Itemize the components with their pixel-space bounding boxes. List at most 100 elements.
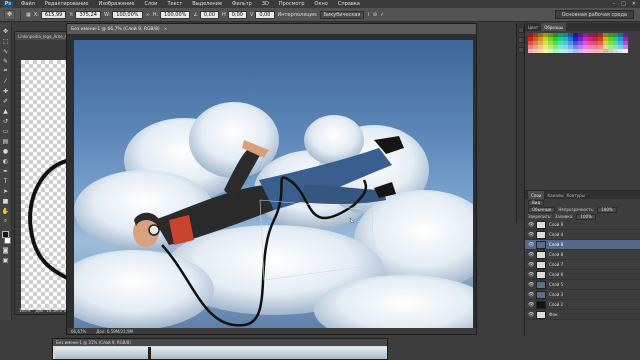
w-label: W: [103, 11, 111, 18]
visibility-eye-icon[interactable]: 👁 [528, 312, 534, 318]
menu-filter[interactable]: Фильтр [227, 1, 257, 7]
visibility-eye-icon[interactable]: 👁 [528, 292, 534, 298]
tab-layers[interactable]: Слои [528, 191, 545, 199]
tab-color[interactable]: Цвет [528, 25, 538, 30]
layer-kind-select[interactable]: Вид [528, 199, 545, 206]
canvas-photo[interactable] [74, 40, 473, 329]
commit-transform-icon[interactable]: ✓ [380, 12, 384, 18]
close-document-icon[interactable]: × [164, 27, 168, 32]
visibility-eye-icon[interactable]: 👁 [528, 222, 534, 228]
close-icon[interactable]: ✕ [632, 1, 636, 7]
visibility-eye-icon[interactable]: 👁 [528, 272, 534, 278]
skew-h-input[interactable]: 0,00 [227, 10, 247, 19]
layer-row[interactable]: 👁 Слой 9 [525, 220, 640, 230]
background-document-canvas[interactable] [21, 60, 72, 310]
path-select-tool-icon[interactable]: ➤ [1, 187, 10, 195]
menu-window[interactable]: Окно [310, 1, 333, 7]
layer-row[interactable]: 👁 Слой 4 [525, 230, 640, 240]
zoom-tool-icon[interactable]: ⌕ [1, 217, 10, 225]
swatch-cell[interactable] [623, 49, 628, 53]
warp-icon[interactable]: ⌇ [367, 12, 369, 18]
visibility-eye-icon[interactable]: 👁 [528, 252, 534, 258]
stamp-tool-icon[interactable]: ▲ [1, 107, 10, 115]
brush-tool-icon[interactable]: ✐ [1, 97, 10, 105]
eyedropper-tool-icon[interactable]: ⁄ [1, 77, 10, 85]
skew-v-field: V 0,00 [250, 10, 275, 19]
blur-tool-icon[interactable]: ● [1, 147, 10, 155]
tab-channels[interactable]: Каналы [547, 193, 563, 198]
color-panel-tabs: Цвет Образцы [525, 23, 640, 31]
menu-help[interactable]: Справка [333, 1, 365, 7]
opacity-input[interactable]: 100% [597, 206, 617, 213]
visibility-eye-icon[interactable]: 👁 [528, 232, 534, 238]
cancel-transform-icon[interactable]: ⊘ [373, 12, 377, 18]
main-document-zoom[interactable]: 66,67% [71, 329, 86, 334]
reference-point-icon[interactable]: ▦ [26, 12, 31, 18]
layer-name: Слой 9 [549, 222, 564, 227]
shape-tool-icon[interactable]: ■ [1, 197, 10, 205]
menu-layers[interactable]: Слои [139, 1, 162, 7]
hand-tool-icon[interactable]: ✋ [1, 207, 10, 215]
move-tool-icon[interactable]: ✥ [1, 27, 10, 35]
link-icon[interactable]: ∞ [146, 12, 150, 18]
marquee-tool-icon[interactable]: ⬚ [1, 37, 10, 45]
skew-v-input[interactable]: 0,00 [255, 10, 275, 19]
layer-row[interactable]: 👁 Слой 3 [525, 290, 640, 300]
menu-edit[interactable]: Редактирование [40, 1, 94, 7]
x-input[interactable]: 615,99 [40, 10, 67, 19]
visibility-eye-icon[interactable]: 👁 [528, 282, 534, 288]
layer-row[interactable]: 👁 Фон [525, 310, 640, 320]
main-document-statusbar: 66,67% Док: 6,59M/21,9M [67, 328, 476, 334]
blend-mode-select[interactable]: Обычные [528, 206, 556, 213]
maximize-icon[interactable]: □ [621, 1, 626, 7]
healing-tool-icon[interactable]: ✚ [1, 87, 10, 95]
menu-text[interactable]: Текст [162, 1, 187, 7]
bottom-document-window[interactable]: Без имени-1 @ 31% (Слой 9, RGB/8) [52, 338, 388, 360]
menu-bar: Ps Файл Редактирование Изображение Слои … [0, 0, 640, 8]
pen-tool-icon[interactable]: ✒ [1, 167, 10, 175]
y-input[interactable]: 375,24 [75, 10, 101, 19]
tab-paths[interactable]: Контуры [566, 193, 584, 198]
move-tool-preset-icon[interactable]: ✥ [4, 9, 15, 20]
menu-3d[interactable]: 3D [257, 1, 274, 7]
screen-mode-icon[interactable]: ▣ [1, 256, 10, 264]
bottom-document-tab[interactable]: Без имени-1 @ 31% (Слой 9, RGB/8) [53, 339, 387, 346]
main-document-window[interactable]: Без имени-1 @ 66,7% (Слой 9, RGB/8) × 66… [66, 23, 477, 335]
h-input[interactable]: 100,00% [160, 10, 191, 19]
w-input[interactable]: 100,00% [112, 10, 143, 19]
visibility-eye-icon[interactable]: 👁 [528, 262, 534, 268]
menu-file[interactable]: Файл [16, 1, 40, 7]
main-document-tab[interactable]: Без имени-1 @ 66,7% (Слой 9, RGB/8) × [67, 24, 476, 34]
layer-row[interactable]: 👁 Слой 5 [525, 280, 640, 290]
bottom-document-canvas[interactable] [55, 347, 387, 359]
layer-row[interactable]: 👁 Слой 6 [525, 270, 640, 280]
layer-row[interactable]: 👁 Слой 2 [525, 300, 640, 310]
angle-input[interactable]: 0,00 [199, 10, 220, 19]
menu-select[interactable]: Выделение [187, 1, 227, 7]
layer-row[interactable]: 👁 Слой 8 [525, 250, 640, 260]
interpolation-select[interactable]: Бикубическая [319, 10, 365, 19]
layer-row[interactable]: 👁 Слой 8 [525, 240, 640, 250]
quick-mask-icon[interactable]: ◙ [1, 246, 10, 254]
visibility-eye-icon[interactable]: 👁 [528, 242, 534, 248]
menu-image[interactable]: Изображение [93, 1, 139, 7]
quick-select-tool-icon[interactable]: ✎ [1, 57, 10, 65]
background-color-swatch[interactable] [4, 237, 11, 244]
gradient-tool-icon[interactable]: ▤ [1, 137, 10, 145]
layer-name: Слой 8 [549, 252, 564, 257]
workspace-select[interactable]: Основная рабочая среда [554, 10, 634, 19]
menu-view[interactable]: Просмотр [274, 1, 310, 7]
fill-input[interactable]: 100% [576, 213, 596, 220]
skew-h-icon: H [222, 11, 226, 18]
crop-tool-icon[interactable]: ⌗ [1, 67, 10, 75]
lasso-tool-icon[interactable]: ∿ [1, 47, 10, 55]
layer-row[interactable]: 👁 Слой 7 [525, 260, 640, 270]
history-brush-icon[interactable]: ↺ [1, 117, 10, 125]
type-tool-icon[interactable]: T [1, 177, 10, 185]
minimize-icon[interactable]: – [613, 1, 616, 7]
layer-thumbnail [536, 260, 546, 269]
dodge-tool-icon[interactable]: ◐ [1, 157, 10, 165]
tab-swatches[interactable]: Образцы [541, 23, 566, 31]
eraser-tool-icon[interactable]: ▭ [1, 127, 10, 135]
visibility-eye-icon[interactable]: 👁 [528, 302, 534, 308]
